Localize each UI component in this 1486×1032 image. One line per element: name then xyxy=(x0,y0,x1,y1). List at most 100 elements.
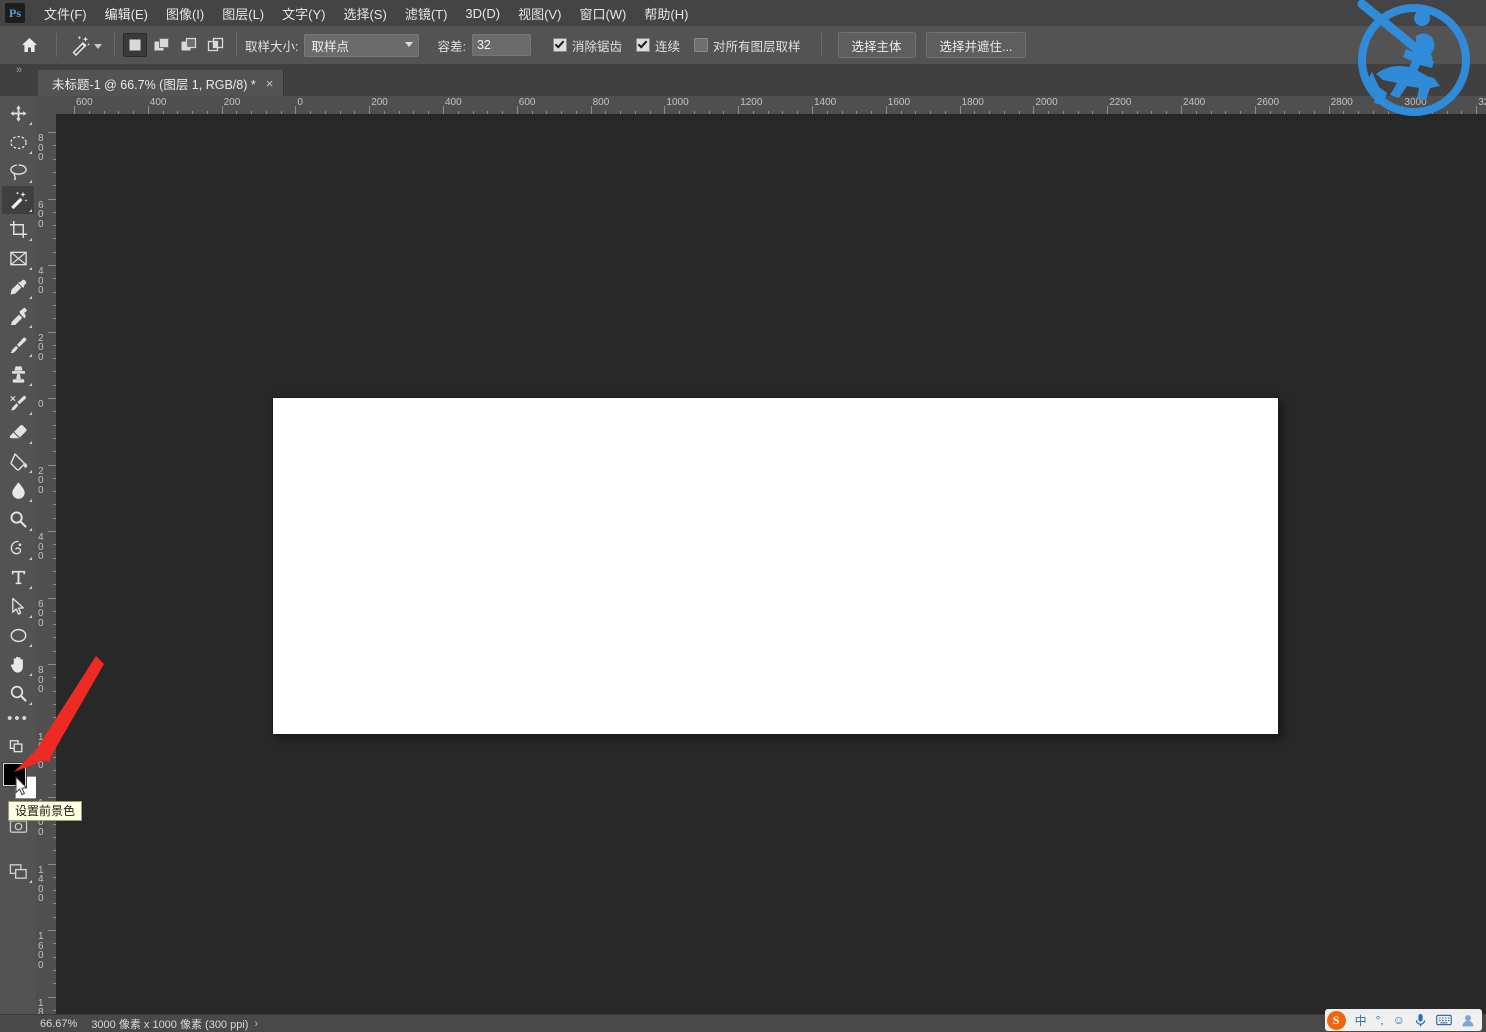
ruler-corner[interactable] xyxy=(36,96,57,115)
select-and-mask-button[interactable]: 选择并遮住... xyxy=(925,32,1027,58)
hand-tool[interactable] xyxy=(2,650,34,678)
ruler-label: 1800 xyxy=(961,97,984,108)
menu-window[interactable]: 窗口(W) xyxy=(570,0,635,27)
dodge-tool[interactable] xyxy=(2,505,34,533)
healing-brush-tool[interactable] xyxy=(2,302,34,330)
ruler-label: 600 xyxy=(38,598,44,629)
move-tool[interactable] xyxy=(2,99,34,127)
knight-rider-logo-watermark xyxy=(1357,0,1470,116)
ruler-label: 400 xyxy=(38,532,44,562)
menu-file[interactable]: 文件(F) xyxy=(35,0,96,27)
tool-expand-triangle xyxy=(29,296,32,299)
menu-view[interactable]: 视图(V) xyxy=(509,0,570,27)
checkbox-box xyxy=(635,38,650,52)
tool-expand-triangle xyxy=(29,880,32,883)
status-zoom-level[interactable]: 66.67% xyxy=(40,1018,77,1030)
ruler-label: 1400 xyxy=(38,864,44,904)
tolerance-input[interactable] xyxy=(471,34,531,56)
sample-all-layers-checkbox[interactable]: 对所有图层取样 xyxy=(694,36,801,55)
tool-expand-triangle xyxy=(29,673,32,676)
paint-bucket-tool[interactable] xyxy=(2,447,34,475)
ruler-label: 600 xyxy=(518,97,536,108)
tool-expand-triangle xyxy=(29,267,32,270)
tool-expand-triangle xyxy=(29,441,32,444)
type-tool[interactable] xyxy=(2,563,34,591)
document-tab-bar: » 未标题-1 @ 66.7% (图层 1, RGB/8) * × xyxy=(0,64,1486,96)
menu-3d[interactable]: 3D(D) xyxy=(456,2,509,25)
elliptical-marquee-tool[interactable] xyxy=(2,128,34,156)
eyedropper-tool[interactable] xyxy=(2,273,34,301)
keyboard-icon[interactable] xyxy=(1436,1014,1452,1026)
tooltip-set-foreground-color: 设置前景色 xyxy=(8,801,83,821)
menu-help[interactable]: 帮助(H) xyxy=(635,0,697,27)
ime-language-mode[interactable]: 中 xyxy=(1355,1012,1367,1029)
lasso-tool[interactable] xyxy=(2,157,34,185)
tools-panel: ••• xyxy=(0,96,38,1017)
menu-filter[interactable]: 滤镜(T) xyxy=(396,0,457,27)
antialias-checkbox[interactable]: 消除锯齿 xyxy=(552,36,622,55)
ruler-label: 2600 xyxy=(1256,97,1280,108)
magic-wand-tool[interactable] xyxy=(2,186,34,214)
clone-stamp-tool[interactable] xyxy=(2,360,34,388)
more-tools-button[interactable]: ••• xyxy=(2,708,34,730)
ruler-label: 600 xyxy=(76,97,93,108)
ruler-label: 200 xyxy=(223,97,241,108)
tool-expand-triangle xyxy=(29,702,32,705)
menu-select[interactable]: 选择(S) xyxy=(334,0,395,27)
home-icon[interactable] xyxy=(16,32,42,58)
new-selection-button[interactable] xyxy=(123,33,147,57)
frame-tool[interactable] xyxy=(2,244,34,272)
photoshop-window: Ps 文件(F) 编辑(E) 图像(I) 图层(L) 文字(Y) 选择(S) 滤… xyxy=(0,0,1486,1032)
add-to-selection-button[interactable] xyxy=(150,33,174,57)
ruler-label: 1600 xyxy=(38,931,44,971)
menu-type[interactable]: 文字(Y) xyxy=(273,0,334,27)
menu-image[interactable]: 图像(I) xyxy=(157,0,213,27)
ruler-label: 200 xyxy=(371,97,388,108)
close-icon[interactable]: × xyxy=(266,77,274,90)
vertical-ruler[interactable]: 8006004002000200400600800100012001400160… xyxy=(36,114,57,1014)
brush-tool[interactable] xyxy=(2,331,34,359)
mic-icon[interactable] xyxy=(1414,1013,1427,1027)
history-brush-tool[interactable] xyxy=(2,389,34,417)
canvas-area[interactable] xyxy=(56,114,1486,1014)
document-tab[interactable]: 未标题-1 @ 66.7% (图层 1, RGB/8) * × xyxy=(38,70,285,96)
ruler-label: 400 xyxy=(149,97,167,108)
contiguous-label: 连续 xyxy=(654,39,680,54)
account-icon[interactable] xyxy=(1461,1014,1475,1027)
contiguous-checkbox[interactable]: 连续 xyxy=(635,36,680,55)
select-subject-button[interactable]: 选择主体 xyxy=(837,32,916,58)
screen-mode-button[interactable] xyxy=(2,857,34,885)
horizontal-ruler[interactable]: 600 400 200 0 200 400 600 800 1000 1200 1400 1600 18… xyxy=(56,96,1486,115)
document-artboard[interactable] xyxy=(273,398,1278,734)
ruler-label: 800 xyxy=(38,133,44,163)
path-selection-tool[interactable] xyxy=(2,592,34,620)
panel-expander-button[interactable]: » xyxy=(0,61,38,96)
edit-toolbar-button[interactable] xyxy=(2,731,34,759)
sample-size-select[interactable]: 取样点 xyxy=(304,33,420,57)
tool-expand-triangle xyxy=(29,151,32,154)
ruler-label: 0 xyxy=(38,399,44,410)
checkbox-box xyxy=(694,38,708,52)
intersect-with-selection-button[interactable] xyxy=(204,33,228,57)
menu-layer[interactable]: 图层(L) xyxy=(213,0,273,27)
tool-expand-triangle xyxy=(29,325,32,328)
blur-tool[interactable] xyxy=(2,476,34,504)
ruler-label: 1600 xyxy=(887,97,911,108)
menu-edit[interactable]: 编辑(E) xyxy=(96,0,157,27)
status-expand-icon[interactable]: › xyxy=(254,1018,258,1030)
subtract-from-selection-button[interactable] xyxy=(177,33,201,57)
crop-tool[interactable] xyxy=(2,215,34,243)
tool-expand-triangle xyxy=(29,383,32,386)
sogou-logo-icon[interactable]: S xyxy=(1326,1010,1346,1030)
tool-expand-triangle xyxy=(29,557,32,560)
photoshop-logo-icon[interactable]: Ps xyxy=(5,3,25,23)
emoji-icon[interactable]: ☺ xyxy=(1393,1013,1405,1027)
ime-punctuation-mode[interactable]: °, xyxy=(1376,1013,1384,1027)
eraser-tool[interactable] xyxy=(2,418,34,446)
ellipse-tool[interactable] xyxy=(2,621,34,649)
chevron-down-icon[interactable] xyxy=(94,44,102,49)
active-tool-button[interactable] xyxy=(65,31,106,59)
zoom-tool[interactable] xyxy=(2,679,34,707)
pen-tool[interactable] xyxy=(2,534,34,562)
ruler-tick xyxy=(48,597,56,599)
